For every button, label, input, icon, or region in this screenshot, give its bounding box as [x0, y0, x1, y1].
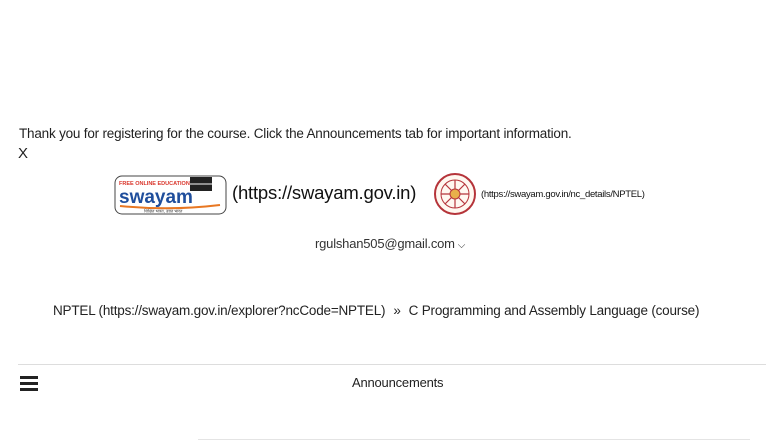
- page-title: Announcements: [352, 375, 444, 390]
- chevron-down-icon: ⌵: [457, 240, 466, 251]
- swayam-logo[interactable]: FREE ONLINE EDUCATION swayam शिक्षित भार…: [114, 174, 227, 216]
- swayam-subtitle: शिक्षित भारत, उन्नत भारत: [144, 209, 183, 214]
- nptel-logo[interactable]: [433, 172, 477, 216]
- page: Thank you for registering for the course…: [0, 0, 784, 441]
- breadcrumb-nptel-link[interactable]: NPTEL (https://swayam.gov.in/explorer?nc…: [53, 303, 386, 318]
- nptel-details-link[interactable]: (https://swayam.gov.in/nc_details/NPTEL): [481, 189, 645, 200]
- breadcrumb-current-course: C Programming and Assembly Language (cou…: [408, 303, 700, 318]
- user-email: rgulshan505@gmail.com: [315, 236, 455, 251]
- hamburger-icon[interactable]: [20, 376, 38, 392]
- header-divider: [18, 364, 766, 365]
- breadcrumb-separator: »: [393, 303, 401, 318]
- swayam-home-link[interactable]: (https://swayam.gov.in): [232, 182, 416, 204]
- user-menu[interactable]: rgulshan505@gmail.com ⌵: [315, 236, 465, 251]
- notice-close-button[interactable]: X: [18, 145, 28, 162]
- brand-header: FREE ONLINE EDUCATION swayam शिक्षित भार…: [0, 170, 784, 220]
- breadcrumb: NPTEL (https://swayam.gov.in/explorer?nc…: [53, 296, 733, 325]
- registration-notice: Thank you for registering for the course…: [19, 126, 572, 141]
- swayam-wordmark: swayam: [119, 187, 193, 208]
- content-divider: [198, 439, 750, 440]
